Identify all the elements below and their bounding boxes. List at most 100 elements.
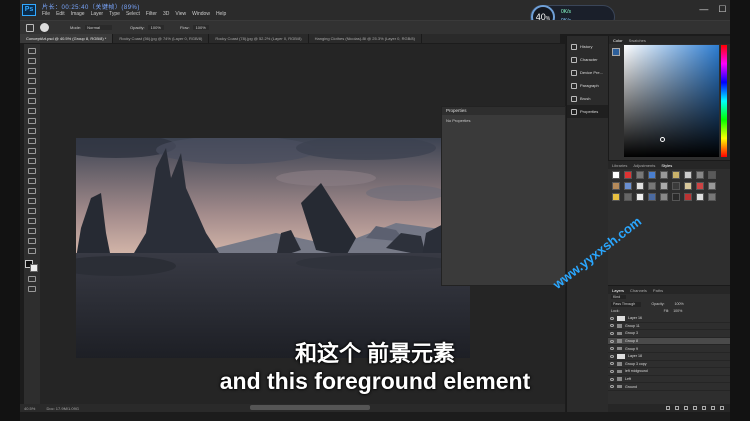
style-swatch[interactable] (636, 193, 644, 201)
blur-tool-icon[interactable] (28, 168, 36, 174)
path-select-tool-icon[interactable] (28, 208, 36, 214)
menu-file[interactable]: File (42, 11, 50, 17)
style-swatch[interactable] (636, 182, 644, 190)
style-swatch[interactable] (624, 171, 632, 179)
style-swatch[interactable] (708, 171, 716, 179)
style-swatch[interactable] (708, 193, 716, 201)
healing-tool-icon[interactable] (28, 108, 36, 114)
lasso-tool-icon[interactable] (28, 68, 36, 74)
brush-tool-side-icon[interactable] (28, 118, 36, 124)
panel-history[interactable]: History (567, 40, 608, 53)
type-tool-icon[interactable] (28, 198, 36, 204)
tab-paths[interactable]: Paths (653, 288, 663, 293)
style-swatch[interactable] (612, 193, 620, 201)
tab-rocky-coast-78[interactable]: Rocky Coast (78).jpg @ 52.2% (Layer 0, R… (209, 34, 309, 43)
visibility-eye-icon[interactable] (610, 324, 614, 328)
style-swatch[interactable] (672, 171, 680, 179)
menu-view[interactable]: View (175, 11, 186, 17)
style-swatch[interactable] (684, 193, 692, 201)
brush-tool-icon[interactable] (26, 24, 34, 32)
visibility-eye-icon[interactable] (610, 331, 614, 335)
zoom-tool-icon[interactable] (28, 238, 36, 244)
flow-field[interactable]: 100% (192, 25, 209, 30)
stamp-tool-icon[interactable] (28, 128, 36, 134)
eyedropper-tool-icon[interactable] (28, 98, 36, 104)
properties-title[interactable]: Properties (442, 107, 565, 115)
move-tool-icon[interactable] (28, 48, 36, 54)
panel-brush[interactable]: Brush (567, 92, 608, 105)
tab-libraries[interactable]: Libraries (612, 163, 627, 168)
color-swatches[interactable] (25, 260, 39, 272)
pen-tool-icon[interactable] (28, 188, 36, 194)
menu-edit[interactable]: Edit (56, 11, 65, 17)
horizontal-scrollbar[interactable] (250, 405, 370, 410)
hue-slider[interactable] (721, 45, 727, 157)
maximize-button[interactable]: ☐ (718, 4, 726, 15)
dodge-tool-icon[interactable] (28, 178, 36, 184)
menu-select[interactable]: Select (126, 11, 140, 17)
style-swatch[interactable] (684, 182, 692, 190)
style-swatch[interactable] (612, 171, 620, 179)
menu-image[interactable]: Image (71, 11, 85, 17)
menu-type[interactable]: Type (109, 11, 120, 17)
style-swatch[interactable] (624, 182, 632, 190)
zoom-level[interactable]: 40.5% (24, 406, 35, 411)
style-swatch[interactable] (636, 171, 644, 179)
hand-tool-icon[interactable] (28, 228, 36, 234)
tab-color[interactable]: Color (613, 38, 623, 43)
trash-icon[interactable] (720, 406, 724, 410)
opacity-field[interactable]: 100% (147, 25, 164, 30)
style-swatch[interactable] (648, 182, 656, 190)
layer-row[interactable]: Group 11 (608, 323, 730, 331)
panel-paragraph[interactable]: Paragraph (567, 79, 608, 92)
style-swatch[interactable] (660, 171, 668, 179)
quick-mask-icon[interactable] (28, 276, 36, 282)
style-swatch[interactable] (648, 171, 656, 179)
eraser-tool-icon[interactable] (28, 148, 36, 154)
mask-icon[interactable] (684, 406, 688, 410)
menu-window[interactable]: Window (192, 11, 210, 17)
history-brush-tool-icon[interactable] (28, 138, 36, 144)
tab-adjustments[interactable]: Adjustments (633, 163, 655, 168)
link-layers-icon[interactable] (666, 406, 670, 410)
menu-filter[interactable]: Filter (146, 11, 157, 17)
tab-styles[interactable]: Styles (661, 163, 672, 168)
shape-tool-icon[interactable] (28, 218, 36, 224)
style-swatch[interactable] (624, 193, 632, 201)
gradient-tool-icon[interactable] (28, 158, 36, 164)
fx-icon[interactable] (675, 406, 679, 410)
layer-row[interactable]: Layer 16 (608, 315, 730, 323)
style-swatch[interactable] (708, 182, 716, 190)
panel-character[interactable]: Character (567, 53, 608, 66)
panel-device-preview[interactable]: Device Pre... (567, 66, 608, 79)
style-swatch[interactable] (612, 182, 620, 190)
mode-select[interactable]: Normal (85, 25, 113, 30)
brush-preset-icon[interactable] (40, 23, 49, 32)
adjustment-icon[interactable] (693, 406, 697, 410)
marquee-tool-icon[interactable] (28, 58, 36, 64)
panel-properties[interactable]: Properties (567, 105, 608, 118)
crop-tool-icon[interactable] (28, 88, 36, 94)
tab-rocky-coast-56[interactable]: Rocky Coast (56).jpg @ 74% (Layer 0, RGB… (113, 34, 210, 43)
menu-3d[interactable]: 3D (163, 11, 169, 17)
style-swatch[interactable] (684, 171, 692, 179)
quick-select-tool-icon[interactable] (28, 78, 36, 84)
new-group-icon[interactable] (702, 406, 706, 410)
tab-layers[interactable]: Layers (612, 288, 624, 293)
blend-mode-select[interactable]: Pass Through (611, 302, 642, 307)
style-swatch[interactable] (696, 193, 704, 201)
color-picker-field[interactable] (624, 45, 719, 157)
edit-toolbar-icon[interactable] (28, 248, 36, 254)
fill-field[interactable]: 100% (673, 309, 682, 314)
color-picker-handle[interactable] (660, 137, 665, 142)
menu-help[interactable]: Help (216, 11, 226, 17)
style-swatch[interactable] (696, 182, 704, 190)
new-layer-icon[interactable] (711, 406, 715, 410)
visibility-eye-icon[interactable] (610, 316, 614, 320)
doc-size[interactable]: Doc: 17.9M/1.09G (46, 406, 78, 411)
tab-conceptart[interactable]: ConceptArt.psd @ 40.5% (Group 8, RGB/8) … (20, 34, 114, 43)
tab-channels[interactable]: Channels (630, 288, 647, 293)
minimize-button[interactable]: — (699, 4, 708, 15)
screen-mode-icon[interactable] (28, 286, 36, 292)
menu-layer[interactable]: Layer (91, 11, 104, 17)
